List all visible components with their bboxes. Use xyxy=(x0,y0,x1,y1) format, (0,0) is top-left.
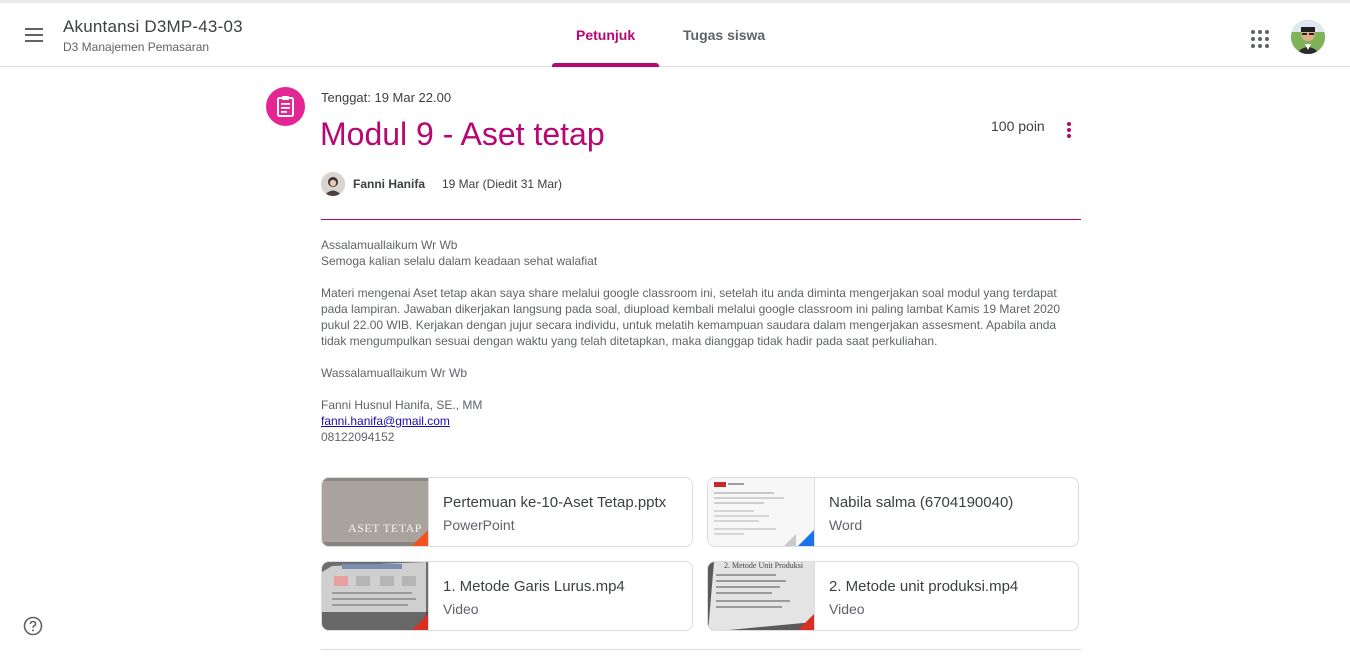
assignment-instructions: Assalamuallaikum Wr Wb Semoga kalian sel… xyxy=(321,237,1081,445)
attachment-thumbnail: 2. Metode Unit Produksi xyxy=(708,562,815,630)
active-tab-indicator xyxy=(552,63,659,67)
account-avatar[interactable] xyxy=(1291,20,1325,54)
attachment-title[interactable]: 2. Metode unit produksi.mp4 xyxy=(829,578,1069,595)
tab-tugas-siswa[interactable]: Tugas siswa xyxy=(683,27,765,43)
class-section: D3 Manajemen Pemasaran xyxy=(63,40,210,54)
phone-number: 08122094152 xyxy=(321,430,395,444)
help-icon[interactable] xyxy=(23,616,43,636)
closing: Wassalamuallaikum Wr Wb xyxy=(321,366,468,380)
google-apps-icon[interactable] xyxy=(1250,29,1270,49)
attachment-title[interactable]: Nabila salma (6704190040) xyxy=(829,494,1069,511)
author-name: Fanni Hanifa xyxy=(353,177,426,191)
more-options-icon[interactable] xyxy=(1060,120,1078,140)
attachment-card-video-2[interactable]: 2. Metode Unit Produksi 2. Metode unit p… xyxy=(707,561,1079,631)
attachment-thumbnail: ASET TETAP xyxy=(322,478,429,546)
email-link[interactable]: fanni.hanifa@gmail.com xyxy=(321,414,450,428)
attachment-type: Video xyxy=(443,601,479,617)
menu-icon[interactable] xyxy=(22,25,46,45)
top-app-bar: Akuntansi D3MP-43-03 D3 Manajemen Pemasa… xyxy=(0,0,1350,67)
attachment-title[interactable]: Pertemuan ke-10-Aset Tetap.pptx xyxy=(443,494,683,511)
class-name[interactable]: Akuntansi D3MP-43-03 xyxy=(63,17,243,37)
assignment-title: Modul 9 - Aset tetap xyxy=(320,116,605,152)
points: 100 poin xyxy=(991,118,1045,134)
due-date: Tenggat: 19 Mar 22.00 xyxy=(321,90,452,105)
attachment-thumbnail xyxy=(708,478,815,546)
thumbnail-text: 2. Metode Unit Produksi xyxy=(724,562,804,570)
greeting: Assalamuallaikum Wr Wb xyxy=(321,238,458,252)
attachment-thumbnail xyxy=(322,562,429,630)
attachment-title[interactable]: 1. Metode Garis Lurus.mp4 xyxy=(443,578,683,595)
attachment-card-word[interactable]: Nabila salma (6704190040) Word xyxy=(707,477,1079,547)
wish: Semoga kalian selalu dalam keadaan sehat… xyxy=(321,254,598,268)
attachment-type: Word xyxy=(829,517,863,533)
post-date: 19 Mar (Diedit 31 Mar) xyxy=(442,177,563,191)
title-divider xyxy=(321,219,1081,220)
attachment-card-video-1[interactable]: 1. Metode Garis Lurus.mp4 Video xyxy=(321,561,693,631)
attachment-type: Video xyxy=(829,601,865,617)
tab-petunjuk[interactable]: Petunjuk xyxy=(576,27,635,43)
thumbnail-text: ASET TETAP xyxy=(348,521,422,535)
instructions-paragraph: Materi mengenai Aset tetap akan saya sha… xyxy=(321,286,1061,348)
assignment-icon xyxy=(266,87,305,126)
attachment-card-pptx[interactable]: ASET TETAP Pertemuan ke-10-Aset Tetap.pp… xyxy=(321,477,693,547)
author-avatar xyxy=(321,172,345,196)
signature-name: Fanni Husnul Hanifa, SE., MM xyxy=(321,398,483,412)
attachment-type: PowerPoint xyxy=(443,517,515,533)
bottom-divider xyxy=(321,649,1081,650)
